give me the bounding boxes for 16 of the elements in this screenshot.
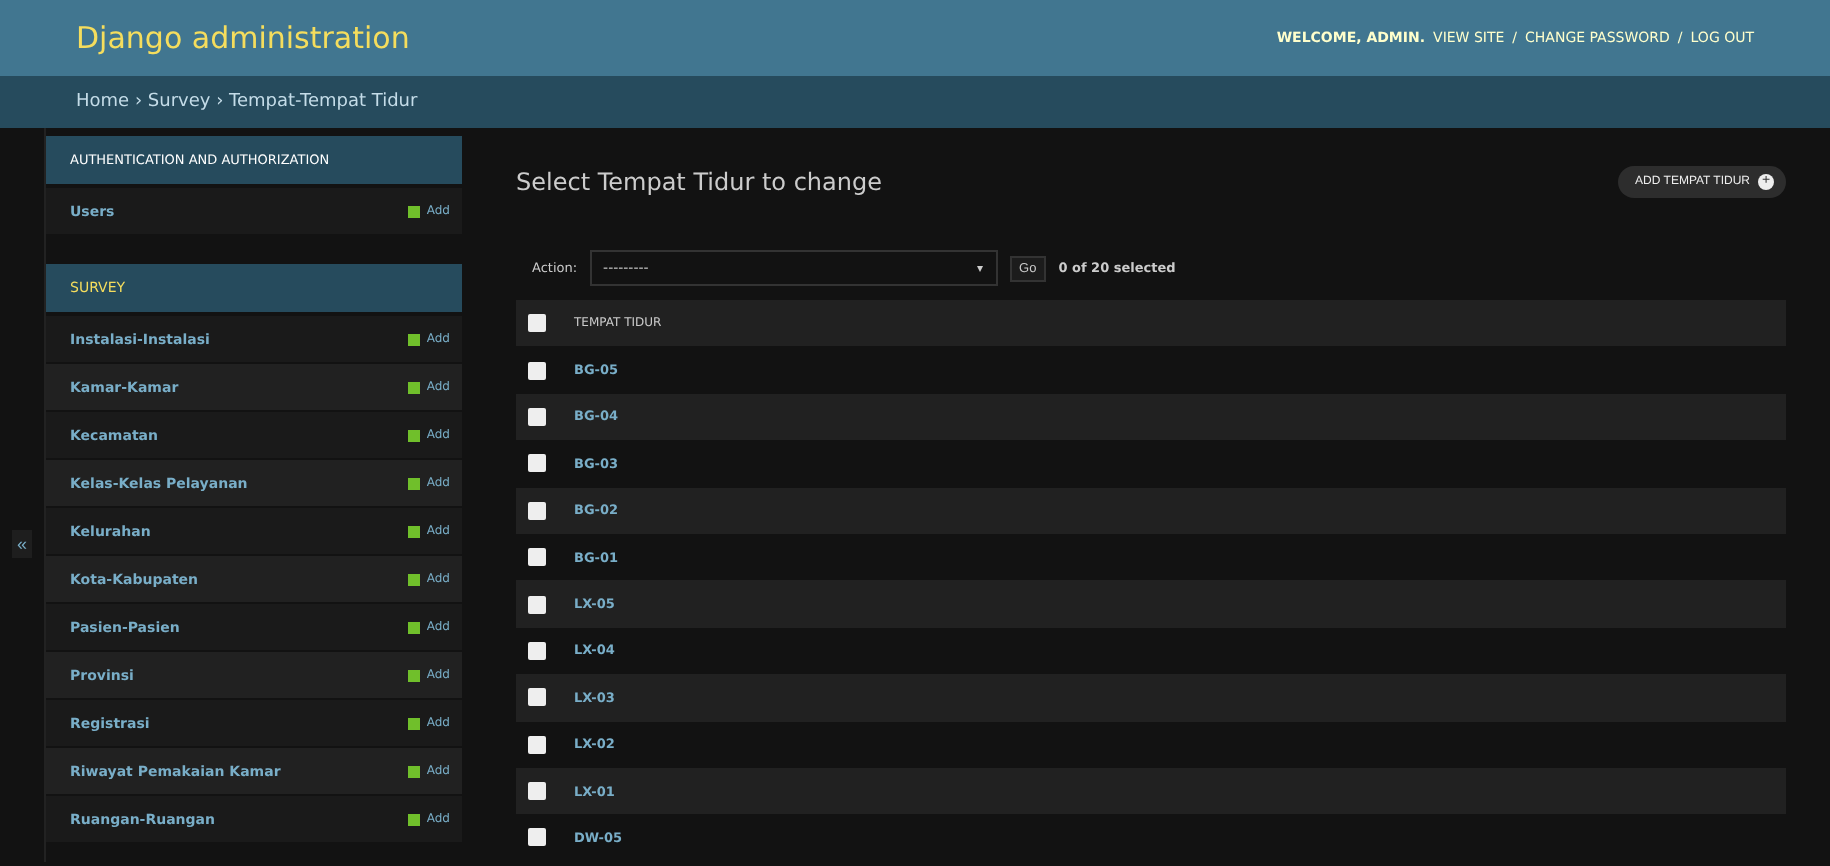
checkbox[interactable]: [528, 548, 546, 567]
checkbox[interactable]: [528, 735, 546, 754]
checkbox[interactable]: [528, 501, 546, 520]
checkbox[interactable]: [528, 782, 546, 801]
checkbox[interactable]: [528, 828, 546, 847]
checkbox[interactable]: [528, 641, 546, 660]
checkbox[interactable]: [528, 454, 546, 473]
checkbox[interactable]: [528, 595, 546, 614]
checkbox[interactable]: [528, 407, 546, 426]
site-title: Django administration: [76, 20, 410, 56]
page-title: Select Tempat Tidur to change: [516, 168, 882, 196]
checkbox[interactable]: [528, 688, 546, 707]
checkbox[interactable]: [528, 361, 546, 380]
checkbox[interactable]: [528, 314, 546, 333]
sidebar-toggle[interactable]: «: [12, 530, 31, 559]
breadcrumbs[interactable]: Home › Survey › Tempat-Tempat Tidur: [76, 92, 418, 112]
